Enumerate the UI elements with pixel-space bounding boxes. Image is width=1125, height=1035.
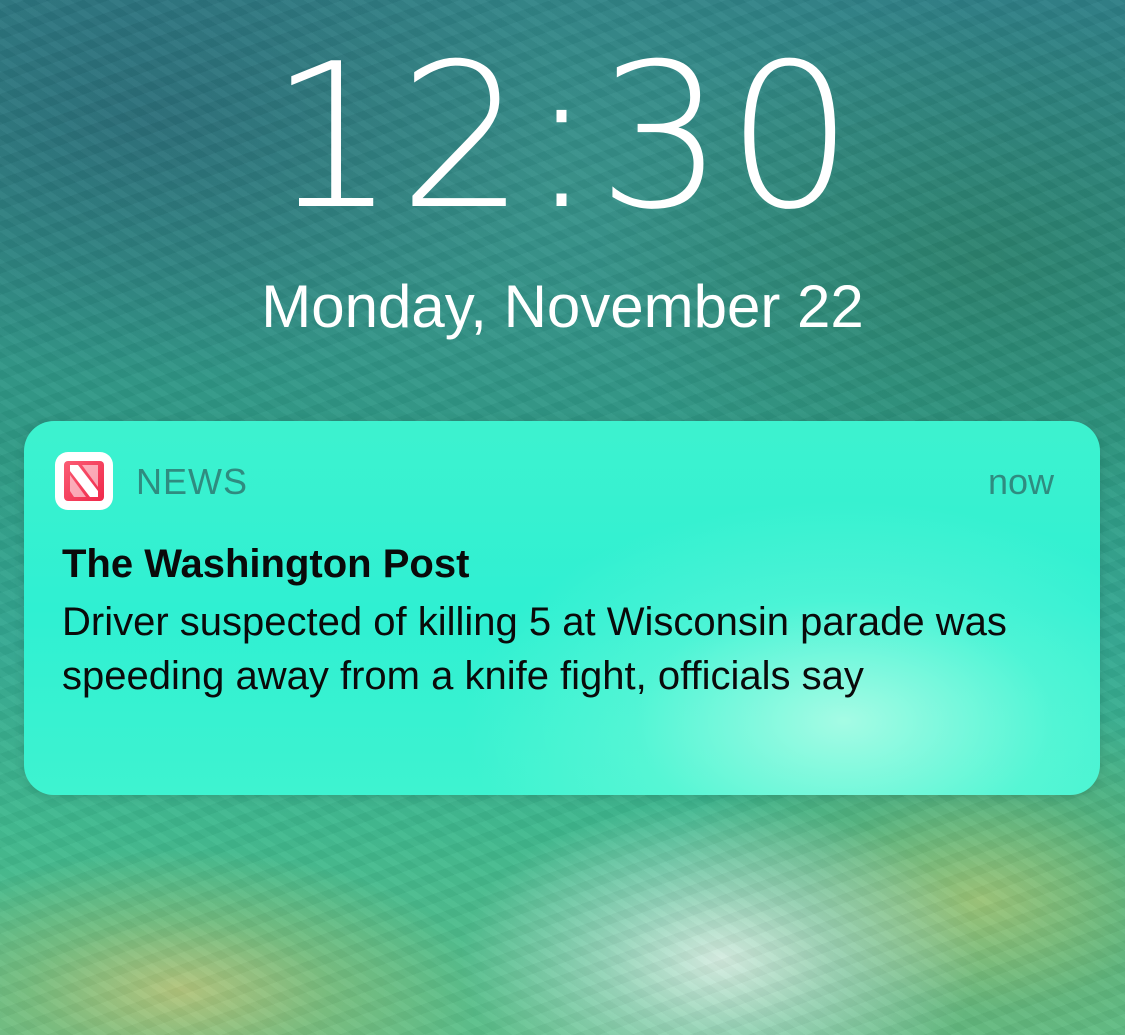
news-logo-glyph: [64, 461, 104, 501]
lockscreen-date: Monday, November 22: [261, 273, 864, 340]
lockscreen-clock: 12:30: [269, 21, 856, 254]
news-notification[interactable]: NEWS now The Washington Post Driver susp…: [24, 421, 1100, 795]
notification-title: The Washington Post: [62, 542, 470, 586]
notification-body: Driver suspected of killing 5 at Wiscons…: [62, 600, 1007, 698]
notification-app-name: NEWS: [136, 461, 248, 502]
notification-timestamp: now: [987, 461, 1054, 502]
apple-news-icon: [55, 452, 113, 510]
